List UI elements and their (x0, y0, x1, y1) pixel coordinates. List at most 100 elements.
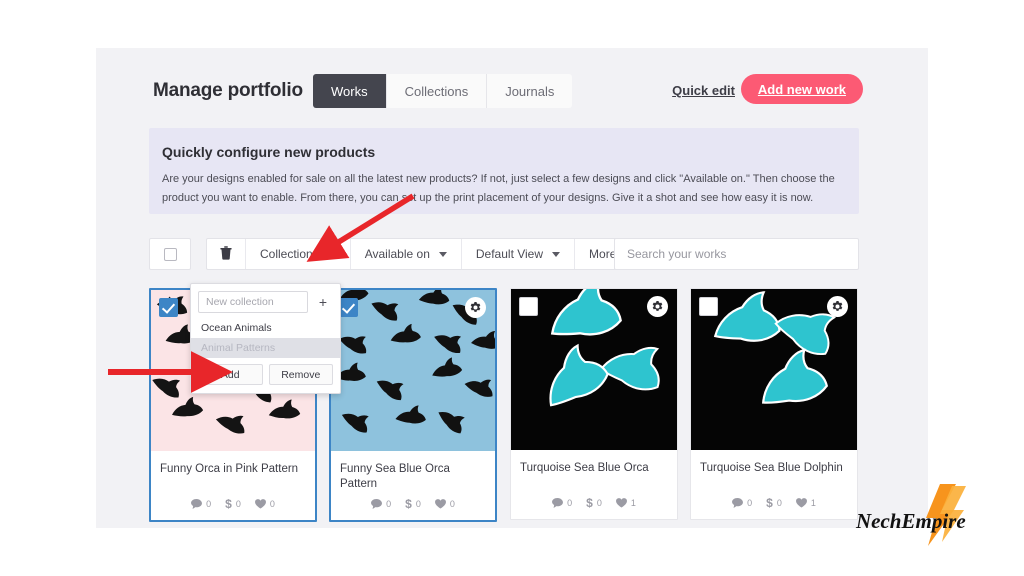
work-title: Funny Orca in Pink Pattern (160, 463, 299, 475)
comment-bubble-icon (732, 498, 744, 508)
heart-icon (254, 499, 266, 509)
work-stats: 0 $ 0 1 (700, 497, 848, 509)
sales-count: 0 (776, 498, 782, 508)
promo-banner: Quickly configure new products Are your … (149, 128, 859, 214)
favorites-stat: 1 (795, 498, 816, 508)
add-to-collection-button[interactable]: Add (198, 364, 263, 385)
watermark-text: NechEmpire (855, 509, 966, 533)
page-header: Manage portfolio Works Collections Journ… (153, 74, 863, 114)
favorites-count: 0 (449, 499, 455, 509)
search-input[interactable] (615, 239, 858, 269)
quick-edit-link[interactable]: Quick edit (672, 83, 735, 98)
sales-stat: $ 0 (766, 497, 782, 509)
work-thumbnail[interactable] (691, 289, 857, 450)
sales-stat: $ 0 (586, 497, 602, 509)
delete-button[interactable] (207, 239, 246, 269)
add-new-work-button[interactable]: Add new work (740, 74, 863, 104)
dollar-icon: $ (225, 497, 232, 511)
heart-icon (795, 498, 807, 508)
collection-item-animal-patterns[interactable]: Animal Patterns (191, 338, 340, 358)
select-all-box-glyph (163, 247, 177, 261)
comments-count: 0 (206, 499, 212, 509)
comments-stat: 0 (732, 498, 752, 508)
filter-collections-label: Collections (260, 247, 319, 261)
favorites-stat: 0 (434, 499, 455, 509)
comments-stat: 0 (371, 499, 391, 509)
comments-count: 0 (567, 498, 573, 508)
search-works-box[interactable] (614, 238, 859, 270)
filter-available-on-button[interactable]: Available on (351, 239, 462, 269)
work-card[interactable]: Funny Sea Blue Orca Pattern 0 $ 0 0 (329, 288, 497, 522)
work-stats: 0 $ 0 0 (160, 498, 306, 510)
tab-journals[interactable]: Journals (487, 74, 573, 108)
portfolio-tabs: Works Collections Journals (313, 74, 573, 108)
sales-count: 0 (235, 499, 241, 509)
work-title: Turquoise Sea Blue Orca (520, 462, 649, 474)
remove-from-collection-button[interactable]: Remove (268, 364, 333, 385)
dollar-icon: $ (766, 496, 773, 510)
work-stats: 0 $ 0 1 (520, 497, 668, 509)
work-card-body: Turquoise Sea Blue Orca 0 $ 0 1 (511, 450, 677, 519)
filter-collections-button[interactable]: Collections (246, 239, 351, 269)
screenshot-root: Manage portfolio Works Collections Journ… (0, 0, 1024, 576)
work-select-checkbox[interactable] (519, 297, 538, 316)
new-collection-input[interactable] (199, 292, 307, 312)
comments-count: 0 (747, 498, 753, 508)
gear-icon[interactable] (647, 296, 668, 317)
chevron-down-icon (552, 251, 561, 257)
favorites-stat: 0 (254, 499, 275, 509)
nechempire-logo: NechEmpire (855, 484, 966, 546)
dollar-icon: $ (405, 497, 412, 511)
tab-collections[interactable]: Collections (386, 74, 488, 108)
new-collection-row: + (191, 284, 340, 318)
filter-more-label: More (589, 247, 617, 261)
comment-bubble-icon (371, 499, 383, 509)
tab-works[interactable]: Works (313, 74, 387, 108)
work-card[interactable]: Turquoise Sea Blue Dolphin 0 $ 0 1 (690, 288, 858, 520)
work-card[interactable]: Turquoise Sea Blue Orca 0 $ 0 1 (510, 288, 678, 520)
gear-icon[interactable] (465, 297, 486, 318)
banner-title: Quickly configure new products (162, 144, 376, 160)
chevron-down-icon (327, 251, 336, 257)
favorites-count: 0 (269, 499, 275, 509)
work-select-checkbox[interactable] (699, 297, 718, 316)
new-collection-input-wrap[interactable] (198, 291, 308, 313)
watermark: NechEmpire (842, 484, 1012, 546)
comments-stat: 0 (191, 499, 211, 509)
favorites-count: 1 (810, 498, 816, 508)
select-all-checkbox[interactable] (149, 238, 191, 270)
work-select-checkbox[interactable] (159, 298, 178, 317)
filter-default-view-button[interactable]: Default View (462, 239, 576, 269)
filter-available-on-label: Available on (364, 247, 430, 261)
heart-icon (615, 498, 627, 508)
work-card-body: Funny Orca in Pink Pattern 0 $ 0 0 (151, 451, 315, 520)
filter-default-view-label: Default View (475, 247, 544, 261)
comments-stat: 0 (552, 498, 572, 508)
banner-text: Are your designs enabled for sale on all… (162, 173, 835, 204)
comments-count: 0 (386, 499, 392, 509)
work-card-body: Turquoise Sea Blue Dolphin 0 $ 0 1 (691, 450, 857, 519)
sales-count: 0 (596, 498, 602, 508)
favorites-count: 1 (630, 498, 636, 508)
collections-dropdown-panel: + Ocean Animals Animal Patterns Add Remo… (190, 283, 341, 394)
work-thumbnail[interactable] (511, 289, 677, 450)
dollar-icon: $ (586, 496, 593, 510)
plus-icon[interactable]: + (313, 291, 333, 313)
sales-stat: $ 0 (405, 498, 421, 510)
heart-icon (434, 499, 446, 509)
chevron-down-icon (438, 251, 447, 257)
work-title: Turquoise Sea Blue Dolphin (700, 462, 843, 474)
collection-item-ocean-animals[interactable]: Ocean Animals (191, 318, 340, 338)
gear-icon[interactable] (827, 296, 848, 317)
sales-stat: $ 0 (225, 498, 241, 510)
sales-count: 0 (415, 499, 421, 509)
comment-bubble-icon (191, 499, 203, 509)
work-title: Funny Sea Blue Orca Pattern (340, 463, 450, 490)
favorites-stat: 1 (615, 498, 636, 508)
work-thumbnail[interactable] (331, 290, 495, 451)
comment-bubble-icon (552, 498, 564, 508)
page-title: Manage portfolio (153, 80, 303, 101)
works-toolbar: Collections Available on Default View Mo… (149, 238, 859, 270)
work-card-body: Funny Sea Blue Orca Pattern 0 $ 0 0 (331, 451, 495, 520)
work-select-checkbox[interactable] (339, 298, 358, 317)
